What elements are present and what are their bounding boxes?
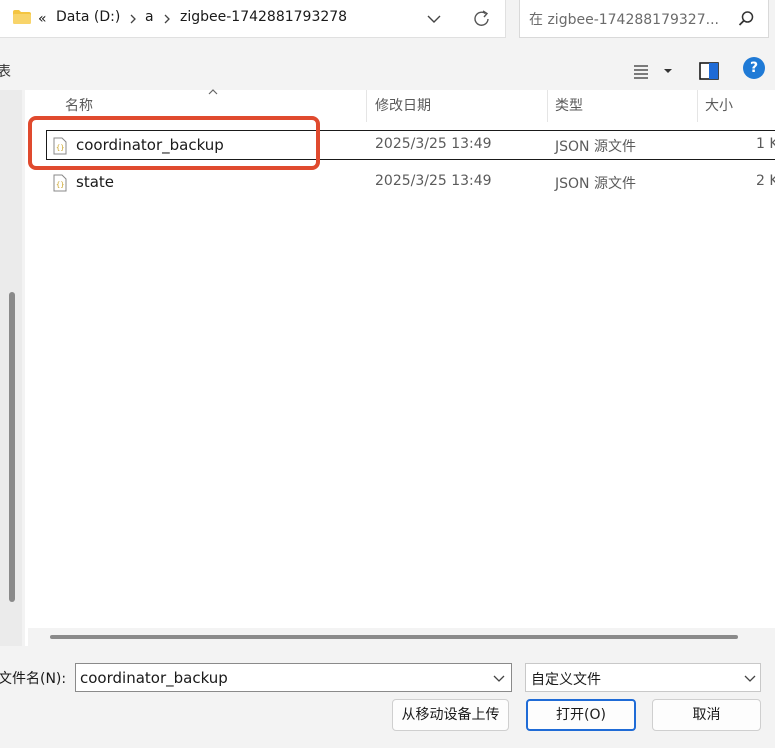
folder-icon xyxy=(13,10,31,24)
json-file-icon: {} xyxy=(53,174,67,192)
column-header-type[interactable]: 类型 xyxy=(555,90,583,122)
refresh-icon[interactable] xyxy=(468,6,496,32)
file-date: 2025/3/25 13:49 xyxy=(375,136,492,152)
column-divider[interactable] xyxy=(366,90,367,122)
preview-pane-icon[interactable] xyxy=(698,61,720,81)
filename-label: 文件名(N): xyxy=(0,671,67,687)
filename-value[interactable]: coordinator_backup xyxy=(80,669,228,687)
file-size: 2 K xyxy=(756,173,775,189)
overflow-chevron-icon[interactable]: « xyxy=(38,11,47,27)
search-icon[interactable] xyxy=(736,9,756,29)
column-header-date[interactable]: 修改日期 xyxy=(375,90,431,122)
cancel-button[interactable]: 取消 xyxy=(652,699,761,731)
view-list-icon[interactable] xyxy=(632,62,650,80)
sort-up-icon xyxy=(208,89,218,95)
file-date: 2025/3/25 13:49 xyxy=(375,173,492,189)
chevron-right-icon[interactable] xyxy=(163,14,171,24)
search-box[interactable]: 在 zigbee-174288179327... xyxy=(519,0,769,38)
column-divider[interactable] xyxy=(547,90,548,122)
help-icon[interactable]: ? xyxy=(743,57,765,79)
filetype-value[interactable]: 自定义文件 xyxy=(531,669,601,689)
toolbar-truncated-label[interactable]: 表 xyxy=(0,61,11,81)
open-button[interactable]: 打开(O) xyxy=(526,699,636,731)
file-row[interactable]: {} state 2025/3/25 13:49 JSON 源文件 2 K xyxy=(25,165,775,201)
breadcrumb-folder-a[interactable]: a xyxy=(145,9,154,25)
file-name[interactable]: state xyxy=(76,173,114,191)
chevron-down-icon[interactable] xyxy=(492,671,506,685)
column-divider[interactable] xyxy=(697,90,698,122)
column-header-size[interactable]: 大小 xyxy=(705,90,733,122)
file-type: JSON 源文件 xyxy=(555,176,636,192)
breadcrumb-current-folder[interactable]: zigbee-1742881793278 xyxy=(180,9,347,25)
breadcrumb-drive[interactable]: Data (D:) xyxy=(56,9,120,25)
filetype-select[interactable]: 自定义文件 xyxy=(525,663,761,692)
svg-text:{}: {} xyxy=(56,181,64,189)
chevron-down-icon[interactable] xyxy=(420,7,448,31)
caret-down-icon[interactable] xyxy=(662,62,674,80)
toolbar: 表 xyxy=(0,52,775,90)
file-list[interactable]: 名称 修改日期 类型 大小 {} coordinator_backup 2025… xyxy=(25,89,775,646)
file-size: 1 K xyxy=(756,136,775,152)
horizontal-scrollbar-thumb[interactable] xyxy=(50,635,738,639)
chevron-right-icon[interactable] xyxy=(129,14,137,24)
annotation-highlight xyxy=(28,116,320,170)
address-bar[interactable]: « Data (D:) a zigbee-1742881793278 xyxy=(0,0,506,38)
file-type: JSON 源文件 xyxy=(555,139,636,155)
filename-field[interactable]: coordinator_backup xyxy=(75,663,512,692)
search-input[interactable]: 在 zigbee-174288179327... xyxy=(529,9,719,29)
navigation-scrollbar[interactable] xyxy=(9,292,15,602)
chevron-down-icon[interactable] xyxy=(743,671,757,685)
upload-from-device-button[interactable]: 从移动设备上传 xyxy=(392,699,509,731)
